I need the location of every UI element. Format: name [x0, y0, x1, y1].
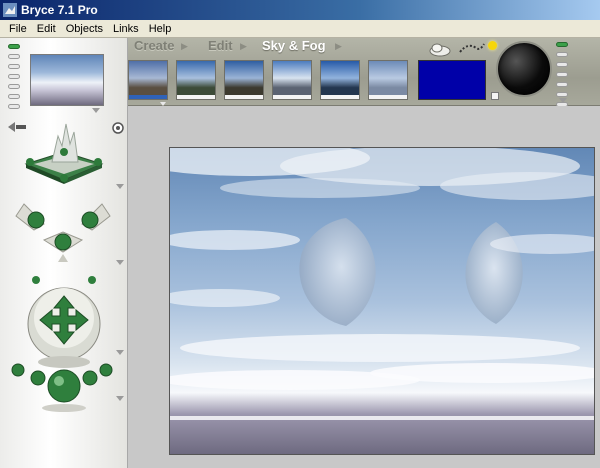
menu-links[interactable]: Links	[108, 23, 144, 35]
sky-preset-1[interactable]	[128, 60, 168, 100]
view-mode-led[interactable]	[8, 104, 20, 109]
tab-separator: ▶	[240, 41, 247, 51]
bryce-app-icon[interactable]	[3, 3, 17, 17]
window-title: Bryce 7.1 Pro	[21, 3, 98, 17]
toolbar-led[interactable]	[556, 72, 568, 77]
sky-preset-2[interactable]	[176, 60, 216, 100]
sky-preset-6[interactable]	[368, 60, 408, 100]
toolbar-menu-arrow[interactable]	[559, 98, 567, 103]
trackball-icon[interactable]	[22, 274, 106, 374]
tab-create[interactable]: Create	[134, 38, 174, 53]
tab-sky-fog[interactable]: Sky & Fog	[262, 38, 326, 53]
sky-fog-toolbar: Create ▶ Edit ▶ Sky & Fog ▶	[128, 38, 600, 107]
menu-objects[interactable]: Objects	[61, 23, 108, 35]
sun-icon[interactable]	[488, 41, 497, 50]
wind-icon[interactable]	[458, 38, 486, 58]
preset-indicator-bar	[273, 95, 311, 99]
camera-menu-arrow[interactable]	[116, 184, 124, 189]
navigation-cross-icon[interactable]	[10, 194, 116, 274]
color-chip[interactable]	[491, 92, 499, 100]
rendered-sky-scene	[170, 148, 594, 420]
toolbar-led[interactable]	[556, 92, 568, 97]
tab-separator: ▶	[181, 41, 188, 51]
view-mode-led[interactable]	[8, 74, 20, 79]
control-palette	[0, 38, 128, 468]
toolbar-led[interactable]	[556, 52, 568, 57]
menu-help[interactable]: Help	[144, 23, 177, 35]
cloud-icon[interactable]	[428, 40, 452, 58]
tab-separator: ▶	[335, 41, 342, 51]
preset-indicator-bar	[321, 95, 359, 99]
view-mode-led[interactable]	[8, 64, 20, 69]
render-menu-arrow[interactable]	[116, 396, 124, 401]
sun-dial-icon[interactable]	[496, 41, 552, 97]
view-cube-icon[interactable]	[22, 118, 106, 184]
trackball-menu-arrow[interactable]	[116, 350, 124, 355]
view-mode-led[interactable]	[8, 84, 20, 89]
nav-menu-arrow[interactable]	[116, 260, 124, 265]
menu-file[interactable]: File	[4, 23, 32, 35]
preset-indicator-bar	[369, 95, 407, 99]
title-bar: Bryce 7.1 Pro	[0, 0, 600, 20]
preset-indicator-bar	[177, 95, 215, 99]
fog-color-swatch[interactable]	[418, 60, 486, 100]
preset-indicator-bar	[129, 95, 167, 99]
view-mode-led[interactable]	[8, 54, 20, 59]
view-mode-led[interactable]	[8, 94, 20, 99]
render-spheres-icon[interactable]	[8, 360, 114, 416]
view-mode-leds	[8, 44, 22, 114]
menu-edit[interactable]: Edit	[32, 23, 61, 35]
render-canvas[interactable]	[169, 147, 595, 455]
sky-preset-5[interactable]	[320, 60, 360, 100]
tab-edit[interactable]: Edit	[208, 38, 233, 53]
work-area	[128, 106, 600, 468]
nano-preview-menu-arrow[interactable]	[92, 108, 100, 113]
toolbar-led[interactable]	[556, 62, 568, 67]
nano-preview[interactable]	[30, 54, 104, 106]
bryce-window: Bryce 7.1 Pro File Edit Objects Links He…	[0, 0, 600, 468]
view-options-icon[interactable]	[112, 122, 124, 134]
sky-preset-3[interactable]	[224, 60, 264, 100]
toolbar-led[interactable]	[556, 42, 568, 47]
menu-bar: File Edit Objects Links Help	[0, 20, 600, 38]
view-mode-led[interactable]	[8, 44, 20, 49]
sky-preset-4[interactable]	[272, 60, 312, 100]
toolbar-led[interactable]	[556, 82, 568, 87]
preset-indicator-bar	[225, 95, 263, 99]
